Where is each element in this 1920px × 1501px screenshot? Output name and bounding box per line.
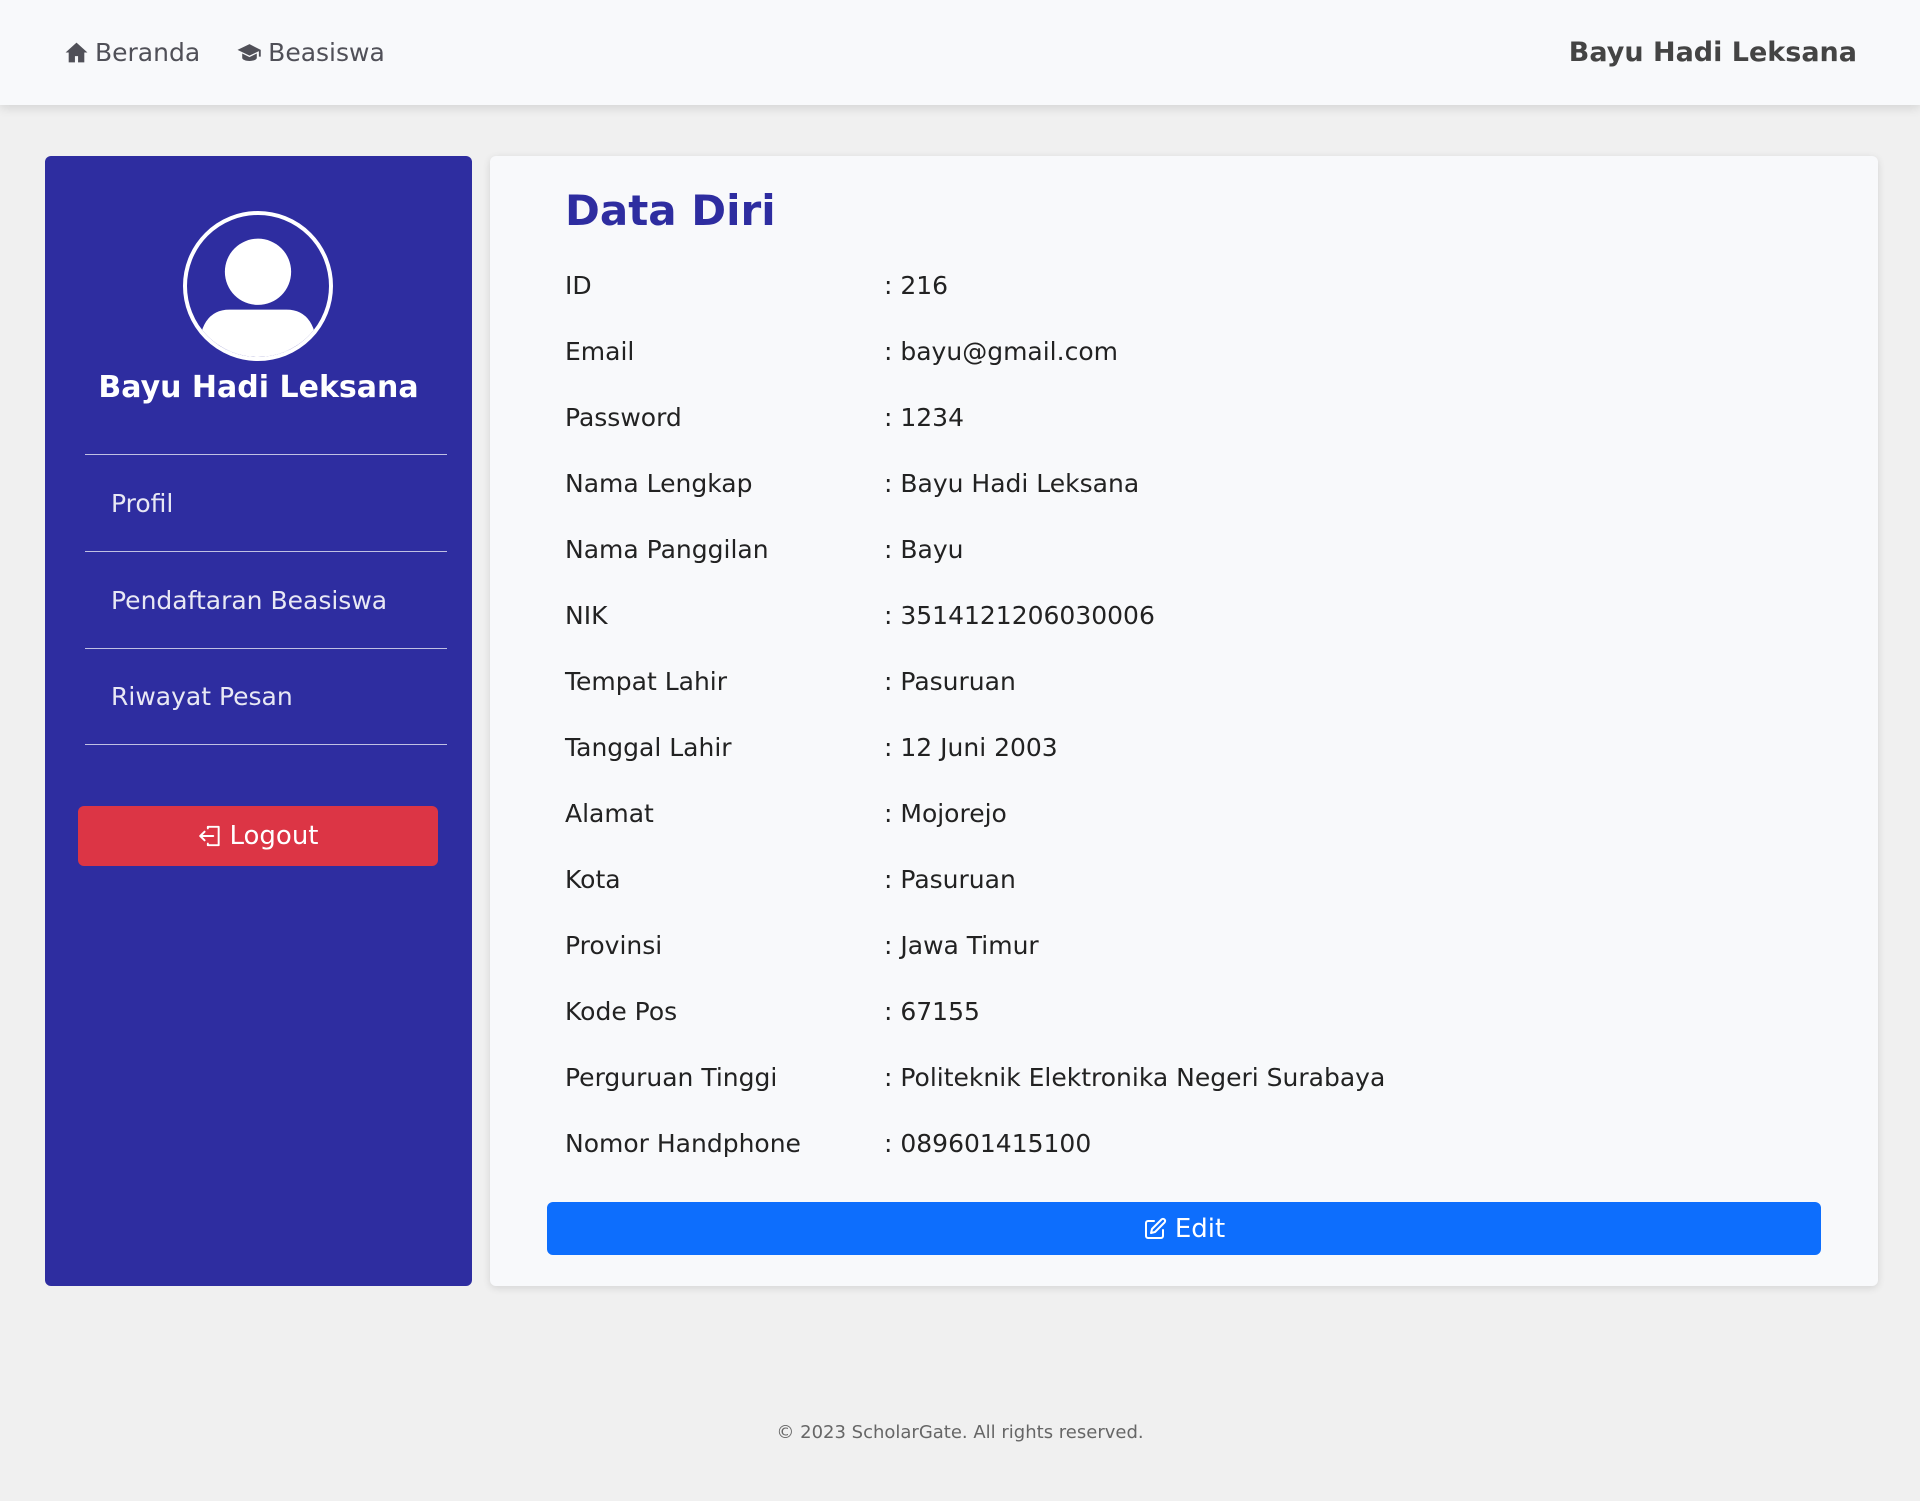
detail-value: : Pasuruan: [884, 666, 1016, 696]
logout-button[interactable]: Logout: [78, 806, 438, 866]
nav-links: Beranda Beasiswa: [64, 38, 385, 67]
edit-button[interactable]: Edit: [547, 1202, 1821, 1255]
detail-value: : Jawa Timur: [884, 930, 1039, 960]
edit-icon: [1144, 1217, 1166, 1239]
detail-value: : Pasuruan: [884, 864, 1016, 894]
user-avatar-icon: [198, 238, 318, 357]
home-icon: [65, 42, 88, 63]
detail-row: Email : bayu@gmail.com: [565, 318, 1385, 384]
nav-home-label: Beranda: [95, 38, 201, 67]
sidebar: Bayu Hadi Leksana Profil Pendaftaran Bea…: [45, 156, 472, 1286]
detail-row: Perguruan Tinggi : Politeknik Elektronik…: [565, 1044, 1385, 1110]
detail-row: Tanggal Lahir : 12 Juni 2003: [565, 714, 1385, 780]
detail-label: Kota: [565, 864, 621, 894]
detail-value: : Politeknik Elektronika Negeri Surabaya: [884, 1062, 1386, 1092]
detail-row: Nomor Handphone : 089601415100: [565, 1110, 1385, 1176]
sidebar-menu: Profil Pendaftaran Beasiswa Riwayat Pesa…: [85, 454, 447, 745]
detail-label: Alamat: [565, 798, 654, 828]
profile-card: Data Diri ID : 216 Email : bayu@gmail.co…: [490, 156, 1878, 1286]
detail-value: : 089601415100: [884, 1128, 1092, 1158]
detail-label: Kode Pos: [565, 996, 678, 1026]
logout-label: Logout: [229, 821, 319, 851]
detail-label: Tempat Lahir: [565, 666, 728, 696]
nav-home-link[interactable]: Beranda: [64, 38, 200, 67]
detail-row: ID : 216: [565, 252, 1385, 318]
nav-scholarship-link[interactable]: Beasiswa: [237, 38, 385, 67]
detail-row: Nama Panggilan : Bayu: [565, 516, 1385, 582]
detail-label: Perguruan Tinggi: [565, 1062, 778, 1092]
detail-label: NIK: [565, 600, 608, 630]
detail-row: Tempat Lahir : Pasuruan: [565, 648, 1385, 714]
detail-value: : 1234: [884, 402, 964, 432]
sidebar-item-riwayat-pesan[interactable]: Riwayat Pesan: [85, 648, 447, 745]
detail-value: : 12 Juni 2003: [884, 732, 1058, 762]
detail-row: Kode Pos : 67155: [565, 978, 1385, 1044]
detail-value: : Mojorejo: [884, 798, 1007, 828]
logout-icon: [199, 825, 221, 847]
detail-value: : 3514121206030006: [884, 600, 1155, 630]
sidebar-item-pendaftaran-beasiswa[interactable]: Pendaftaran Beasiswa: [85, 551, 447, 648]
detail-row: Nama Lengkap : Bayu Hadi Leksana: [565, 450, 1385, 516]
detail-label: Nama Panggilan: [565, 534, 769, 564]
detail-value: : 216: [884, 270, 949, 300]
detail-value: : bayu@gmail.com: [884, 336, 1118, 366]
top-navbar: Beranda Beasiswa Bayu Hadi Leksana: [0, 0, 1920, 105]
nav-scholarship-label: Beasiswa: [268, 38, 385, 67]
detail-row: Kota : Pasuruan: [565, 846, 1385, 912]
detail-label: Email: [565, 336, 635, 366]
detail-label: Tanggal Lahir: [565, 732, 732, 762]
edit-label: Edit: [1174, 1213, 1226, 1244]
detail-value: : Bayu: [884, 534, 964, 564]
detail-row: Alamat : Mojorejo: [565, 780, 1385, 846]
detail-row: Password : 1234: [565, 384, 1385, 450]
profile-details: ID : 216 Email : bayu@gmail.com Password…: [565, 252, 1385, 1176]
detail-label: Nomor Handphone: [565, 1128, 801, 1158]
detail-label: Password: [565, 402, 682, 432]
detail-label: ID: [565, 270, 592, 300]
graduation-cap-icon: [237, 44, 261, 62]
detail-value: : Bayu Hadi Leksana: [884, 468, 1140, 498]
sidebar-item-profil[interactable]: Profil: [85, 454, 447, 551]
avatar: [183, 211, 333, 361]
detail-label: Nama Lengkap: [565, 468, 753, 498]
sidebar-user-name: Bayu Hadi Leksana: [98, 370, 419, 405]
detail-value: : 67155: [884, 996, 980, 1026]
page-title: Data Diri: [565, 186, 776, 235]
detail-label: Provinsi: [565, 930, 663, 960]
footer-copyright: © 2023 ScholarGate. All rights reserved.: [776, 1422, 1144, 1443]
detail-row: NIK : 3514121206030006: [565, 582, 1385, 648]
detail-row: Provinsi : Jawa Timur: [565, 912, 1385, 978]
nav-user-name[interactable]: Bayu Hadi Leksana: [1569, 37, 1857, 68]
